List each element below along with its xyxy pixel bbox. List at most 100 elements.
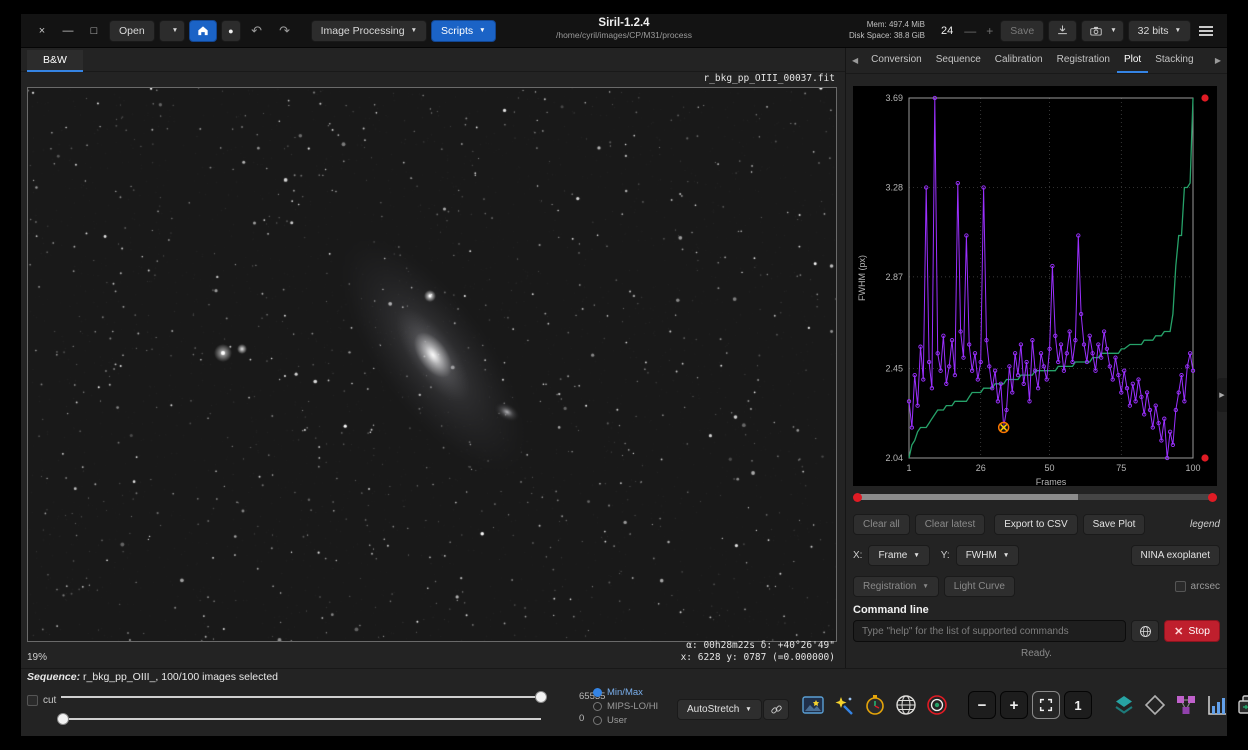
image-processing-menu[interactable]: Image Processing ▼ xyxy=(311,20,427,42)
frame-range-slider[interactable] xyxy=(853,490,1217,504)
pixel-math-icon xyxy=(1174,693,1198,717)
astro-image-canvas[interactable] xyxy=(28,88,836,641)
export-csv-button[interactable]: Export to CSV xyxy=(994,514,1077,535)
astrometry-button[interactable] xyxy=(892,692,919,719)
radec-coordinates: α: 00h28m22s δ: +40°26'49" xyxy=(681,640,835,652)
scripts-menu[interactable]: Scripts ▼ xyxy=(431,20,496,42)
chevron-down-icon: ▼ xyxy=(913,552,919,559)
tab-registration[interactable]: Registration xyxy=(1050,48,1117,73)
increase-button[interactable]: + xyxy=(986,24,993,38)
scripts-label: Scripts xyxy=(441,25,473,37)
zoom-in-button[interactable]: + xyxy=(1000,691,1028,719)
decrease-button[interactable]: — xyxy=(964,24,976,38)
save-plot-button[interactable]: Save Plot xyxy=(1083,514,1146,535)
range-track[interactable] xyxy=(856,494,1214,500)
stopwatch-button[interactable] xyxy=(861,692,888,719)
download-icon xyxy=(1055,23,1070,38)
picture-star-button[interactable] xyxy=(799,692,826,719)
photometry-button[interactable] xyxy=(923,692,950,719)
svg-text:50: 50 xyxy=(1045,463,1055,473)
snapshot-button[interactable]: ▼ xyxy=(1081,20,1123,42)
diamond-button[interactable] xyxy=(1141,692,1168,719)
hi-slider-track[interactable] xyxy=(61,696,541,698)
zoom-out-button[interactable]: − xyxy=(968,691,996,719)
light-curve-button[interactable]: Light Curve xyxy=(944,576,1015,597)
save-as-button[interactable] xyxy=(1048,20,1077,42)
home-button[interactable] xyxy=(189,20,217,42)
stop-button[interactable]: ✕ Stop xyxy=(1164,620,1220,642)
open-button[interactable]: Open xyxy=(109,20,155,42)
panel-expander[interactable]: ▶ xyxy=(1217,378,1227,412)
tab-sequence[interactable]: Sequence xyxy=(929,48,988,73)
link-channels-button[interactable] xyxy=(763,699,789,720)
range-handle-right[interactable] xyxy=(1208,493,1217,502)
layers-button[interactable] xyxy=(1110,692,1137,719)
fwhm-plot-svg[interactable]: 2.042.452.873.283.691265075100FWHM (px)F… xyxy=(853,86,1217,486)
zoom-100-button[interactable]: 1 xyxy=(1064,691,1092,719)
nina-exoplanet-button[interactable]: NINA exoplanet xyxy=(1131,545,1221,566)
globe-grid-icon xyxy=(894,693,918,717)
undo-icon[interactable]: ↶ xyxy=(248,23,266,39)
hamburger-menu-icon[interactable] xyxy=(1199,26,1213,36)
tab-stacking[interactable]: Stacking xyxy=(1148,48,1200,73)
sequence-info: Sequence: r_bkg_pp_OIII_, 100/100 images… xyxy=(27,671,278,683)
close-icon[interactable]: × xyxy=(34,25,50,37)
svg-text:Frames: Frames xyxy=(1036,477,1067,486)
lo-slider[interactable]: 0 xyxy=(55,711,567,726)
tabs-scroll-right-icon[interactable]: ▶ xyxy=(1209,48,1227,73)
open-dropdown-button[interactable]: ▼ xyxy=(159,20,185,42)
tab-bw[interactable]: B&W xyxy=(27,50,83,72)
lo-slider-track[interactable] xyxy=(61,718,541,720)
panel-arrow-icon: ▶ xyxy=(1219,391,1224,399)
stopwatch-icon xyxy=(863,693,887,717)
pixel-math-button[interactable] xyxy=(1172,692,1199,719)
y-axis-selector[interactable]: FWHM ▼ xyxy=(956,545,1020,566)
chain-link-icon xyxy=(769,702,784,717)
record-button[interactable]: ● xyxy=(221,20,240,42)
sequence-frames-button[interactable] xyxy=(1234,692,1248,719)
y-axis-value: FWHM xyxy=(966,550,997,561)
minimize-icon[interactable]: — xyxy=(60,25,76,37)
mem-info: Mem: 497.4 MiB xyxy=(849,20,925,30)
hi-slider-handle[interactable] xyxy=(535,691,547,703)
svg-text:2.45: 2.45 xyxy=(885,364,903,374)
clear-latest-button[interactable]: Clear latest xyxy=(915,514,986,535)
lo-slider-handle[interactable] xyxy=(57,713,69,725)
svg-text:1: 1 xyxy=(906,463,911,473)
statistics-button[interactable] xyxy=(1203,692,1230,719)
tab-plot[interactable]: Plot xyxy=(1117,48,1148,73)
magic-wand-button[interactable] xyxy=(830,692,857,719)
bit-depth-selector[interactable]: 32 bits ▼ xyxy=(1128,20,1191,42)
tab-conversion[interactable]: Conversion xyxy=(864,48,929,73)
command-input[interactable] xyxy=(853,620,1126,642)
arcsec-checkbox[interactable] xyxy=(1175,581,1186,592)
chevron-down-icon: ▼ xyxy=(1175,27,1181,34)
processing-panel: ◀ Conversion Sequence Calibration Regist… xyxy=(845,48,1227,668)
histogram-icon xyxy=(1205,693,1229,717)
tabs-scroll-left-icon[interactable]: ◀ xyxy=(846,48,864,73)
display-mode-selector[interactable]: AutoStretch ▼ xyxy=(677,699,762,720)
radio-minmax[interactable]: Min/Max xyxy=(593,685,658,699)
x-axis-selector[interactable]: Frame ▼ xyxy=(868,545,929,566)
command-help-button[interactable] xyxy=(1131,620,1159,642)
hi-slider[interactable]: 65535 xyxy=(55,689,567,704)
fwhm-plot[interactable]: 2.042.452.873.283.691265075100FWHM (px)F… xyxy=(853,86,1217,486)
registration-layer-selector[interactable]: Registration ▼ xyxy=(853,576,939,597)
maximize-icon[interactable]: □ xyxy=(86,25,102,37)
display-range-sliders: 65535 0 xyxy=(55,689,567,726)
tab-calibration[interactable]: Calibration xyxy=(988,48,1050,73)
svg-text:26: 26 xyxy=(976,463,986,473)
svg-text:75: 75 xyxy=(1116,463,1126,473)
sequence-label: Sequence: xyxy=(27,671,80,683)
zoom-fit-button[interactable] xyxy=(1032,691,1060,719)
radio-mips[interactable]: MIPS-LO/HI xyxy=(593,699,658,713)
cut-checkbox[interactable] xyxy=(27,695,38,706)
range-handle-left[interactable] xyxy=(853,493,862,502)
header-bar: × — □ Open ▼ ● ↶ ↷ Image Processing ▼ Sc… xyxy=(21,14,1227,48)
save-button[interactable]: Save xyxy=(1000,20,1044,42)
clear-all-button[interactable]: Clear all xyxy=(853,514,910,535)
radio-user[interactable]: User xyxy=(593,713,658,727)
display-mode-radios: Min/Max MIPS-LO/HI User xyxy=(593,685,658,727)
redo-icon[interactable]: ↷ xyxy=(276,23,294,39)
radio-icon xyxy=(593,702,602,711)
